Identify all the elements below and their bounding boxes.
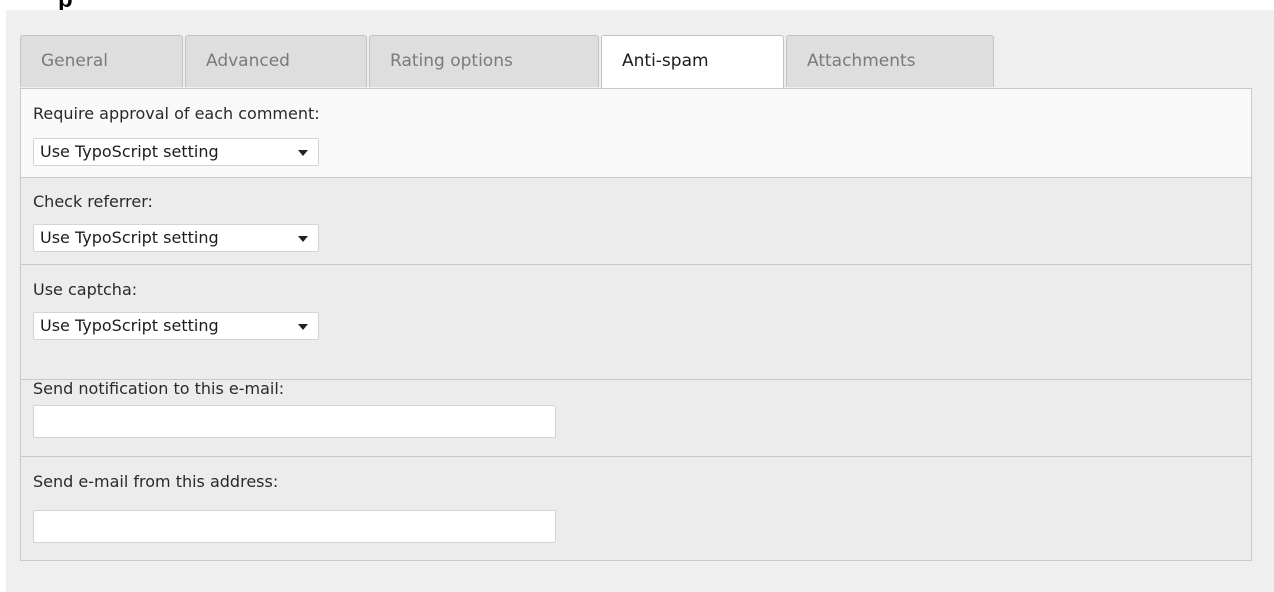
approval-select-value: Use TypoScript setting [40, 142, 219, 161]
approval-row: Require approval of each comment: Use Ty… [21, 89, 1251, 178]
chevron-down-icon [298, 150, 308, 156]
referrer-select-value: Use TypoScript setting [40, 228, 219, 247]
captcha-row: Use captcha: Use TypoScript setting [21, 265, 1251, 380]
from-email-input[interactable] [33, 510, 556, 543]
captcha-select[interactable]: Use TypoScript setting [33, 312, 319, 340]
chevron-down-icon [298, 236, 308, 242]
chevron-down-icon [298, 324, 308, 330]
tab-anti-spam[interactable]: Anti-spam [601, 35, 784, 89]
tab-general[interactable]: General [20, 35, 183, 87]
from-email-label: Send e-mail from this address: [33, 472, 279, 491]
notify-email-input[interactable] [33, 405, 556, 438]
approval-select[interactable]: Use TypoScript setting [33, 138, 319, 166]
approval-label: Require approval of each comment: [33, 104, 320, 123]
tab-advanced[interactable]: Advanced [185, 35, 367, 87]
notify-email-label: Send notification to this e-mail: [33, 379, 285, 398]
tab-attachments[interactable]: Attachments [786, 35, 994, 87]
anti-spam-form: Require approval of each comment: Use Ty… [20, 88, 1252, 561]
top-strip: p [0, 0, 1274, 13]
referrer-label: Check referrer: [33, 192, 153, 211]
captcha-label: Use captcha: [33, 280, 138, 299]
captcha-select-value: Use TypoScript setting [40, 316, 219, 335]
from-email-row: Send e-mail from this address: [21, 457, 1251, 560]
referrer-select[interactable]: Use TypoScript setting [33, 224, 319, 252]
tab-rating-options[interactable]: Rating options [369, 35, 599, 87]
referrer-row: Check referrer: Use TypoScript setting [21, 178, 1251, 265]
notify-email-row: Send notification to this e-mail: [21, 379, 1251, 457]
